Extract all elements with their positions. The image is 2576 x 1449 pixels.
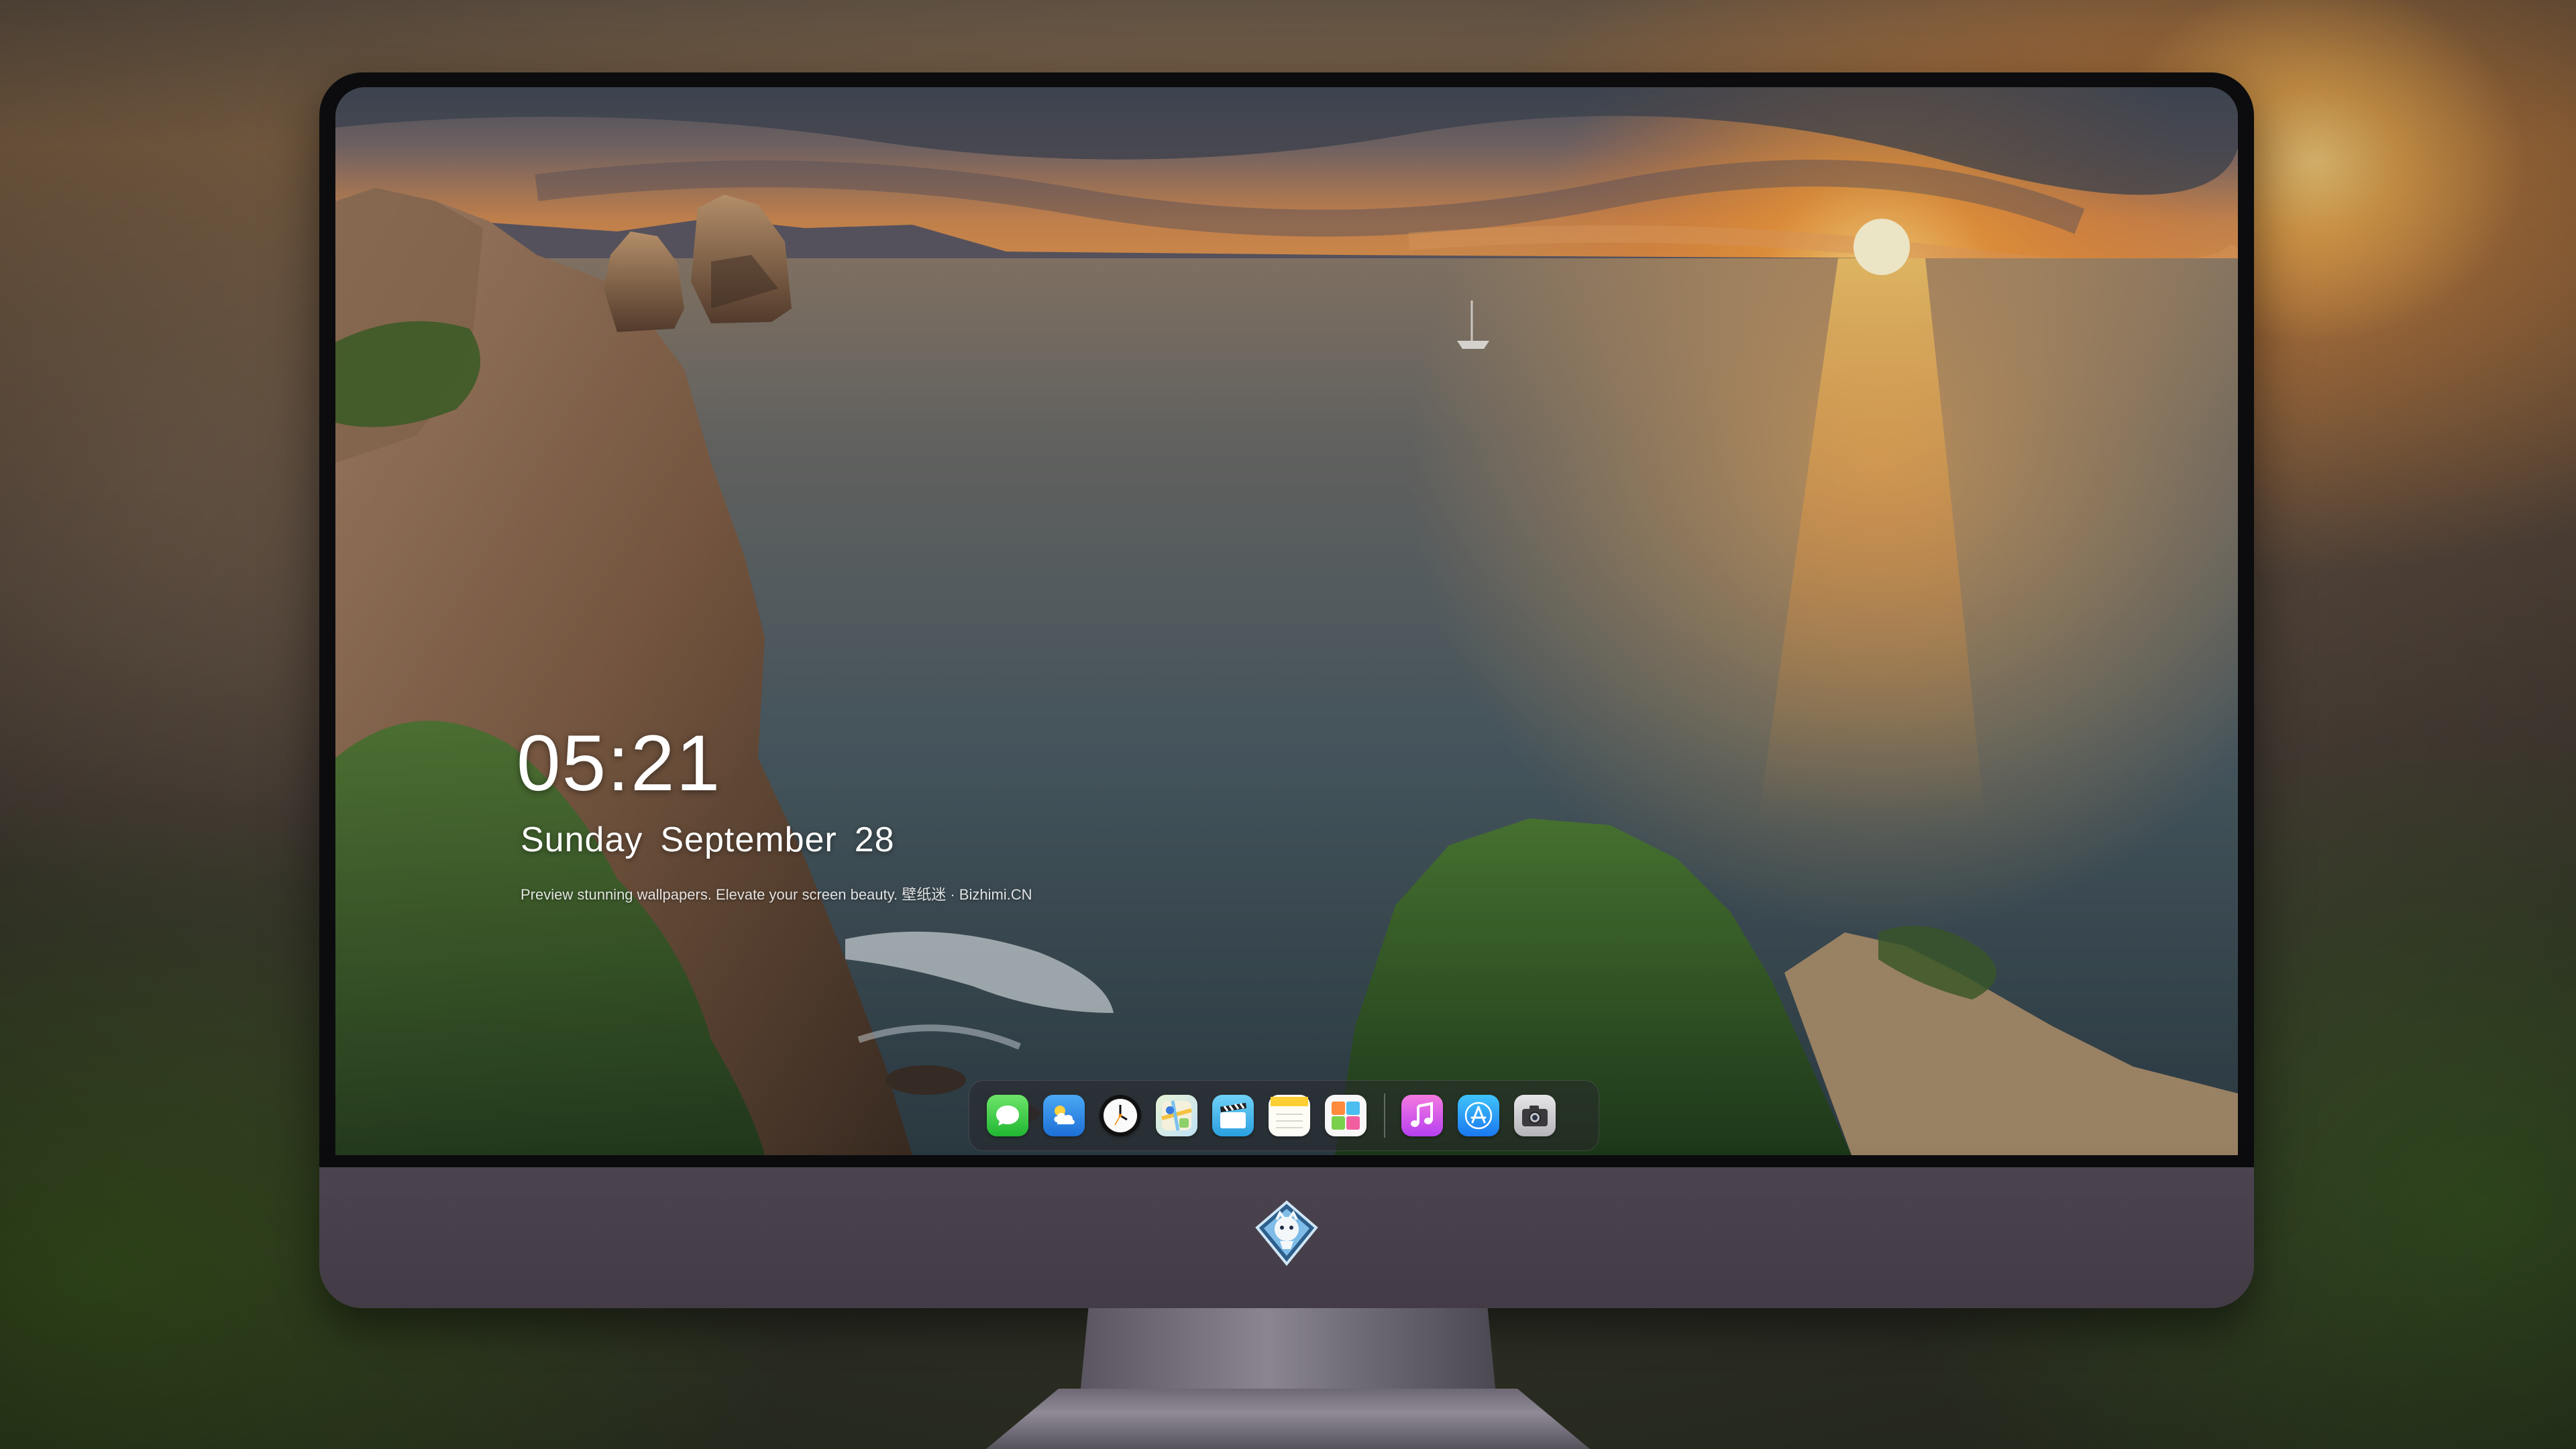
lock-screen: 05:21 Sunday September 28 Preview stunning…	[335, 87, 2238, 1155]
music-note-icon	[1411, 1102, 1433, 1127]
map-icon	[1161, 1100, 1192, 1131]
monitor-stand-neck	[1080, 1308, 1496, 1395]
clock-icon	[1104, 1099, 1137, 1132]
speech-bubble-icon	[996, 1106, 1019, 1126]
camera-icon	[1522, 1106, 1548, 1126]
wallpaper-tagline: Preview stunning wallpapers. Elevate you…	[521, 886, 1032, 903]
dock-item-app-store[interactable]	[1458, 1095, 1499, 1136]
notes-icon	[1271, 1097, 1308, 1128]
dock-item-maps[interactable]	[1156, 1095, 1197, 1136]
mascot-logo-icon	[1253, 1199, 1320, 1267]
dock-item-messages[interactable]	[987, 1095, 1028, 1136]
date-day: 28	[854, 820, 895, 859]
date-weekday: Sunday	[521, 820, 643, 859]
date-month: September	[660, 820, 837, 859]
dock-item-clock[interactable]	[1099, 1095, 1141, 1136]
wallpaper-sunset-coast	[335, 87, 2238, 1155]
dock-item-video[interactable]	[1212, 1095, 1254, 1136]
dock-separator	[1384, 1093, 1385, 1138]
dock-item-notes[interactable]	[1269, 1095, 1310, 1136]
app-store-icon	[1464, 1102, 1493, 1130]
dock-item-camera[interactable]	[1514, 1095, 1556, 1136]
clapperboard-icon	[1220, 1103, 1246, 1128]
lock-screen-clock: 05:21	[517, 719, 722, 808]
dock-item-weather[interactable]	[1043, 1095, 1085, 1136]
lock-screen-date: Sunday September 28	[521, 820, 895, 860]
monitor-stand-base	[986, 1389, 1590, 1449]
dock-item-music[interactable]	[1401, 1095, 1443, 1136]
photo-grid-icon	[1332, 1102, 1360, 1130]
mascot-logo-graphic	[1255, 1200, 1318, 1267]
dock-item-photos[interactable]	[1325, 1095, 1366, 1136]
app-dock	[969, 1080, 1599, 1151]
cloud-sun-icon	[1054, 1106, 1075, 1124]
